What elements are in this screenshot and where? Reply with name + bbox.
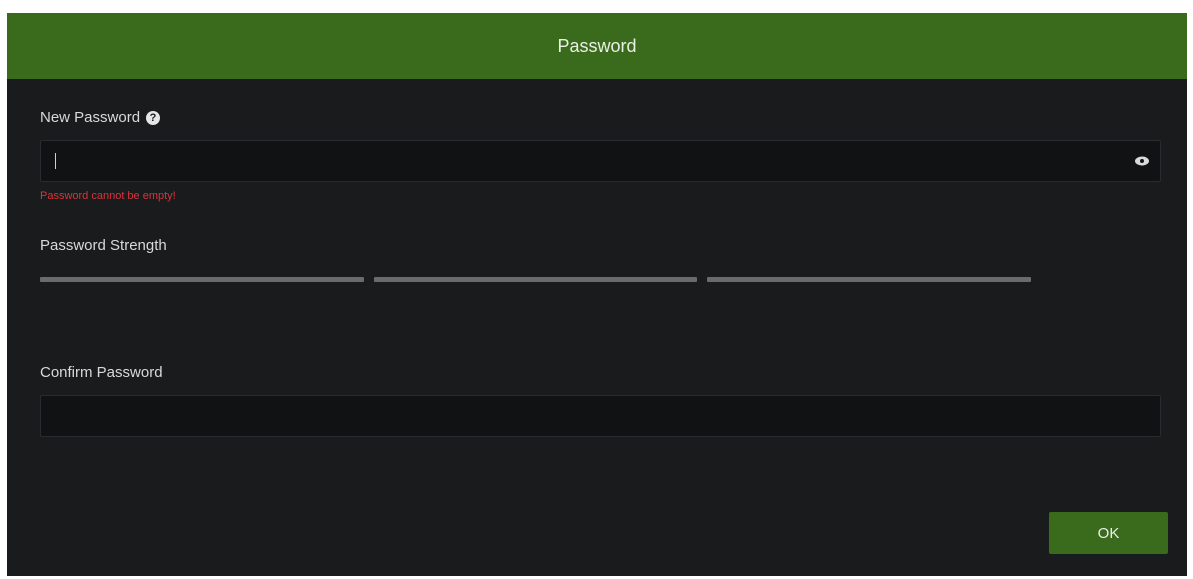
strength-segment-3	[707, 277, 1031, 282]
dialog-header: Password	[7, 13, 1187, 79]
question-circle-icon[interactable]: ?	[146, 111, 161, 125]
strength-segment-1	[40, 277, 364, 282]
new-password-error: Password cannot be empty!	[40, 190, 176, 202]
text-caret	[55, 153, 56, 169]
confirm-password-input[interactable]	[40, 395, 1161, 437]
new-password-input[interactable]	[40, 140, 1161, 182]
ok-button[interactable]: OK	[1049, 512, 1168, 554]
new-password-label: New Password	[40, 109, 141, 126]
password-strength-label: Password Strength	[40, 237, 167, 254]
confirm-password-label: Confirm Password	[40, 364, 163, 381]
dialog-title: Password	[557, 35, 637, 56]
new-password-label-row: New Password?	[40, 109, 161, 126]
eye-icon[interactable]	[1134, 155, 1150, 167]
strength-segment-2	[374, 277, 697, 282]
password-dialog: Password New Password? Password cannot b…	[7, 13, 1187, 576]
